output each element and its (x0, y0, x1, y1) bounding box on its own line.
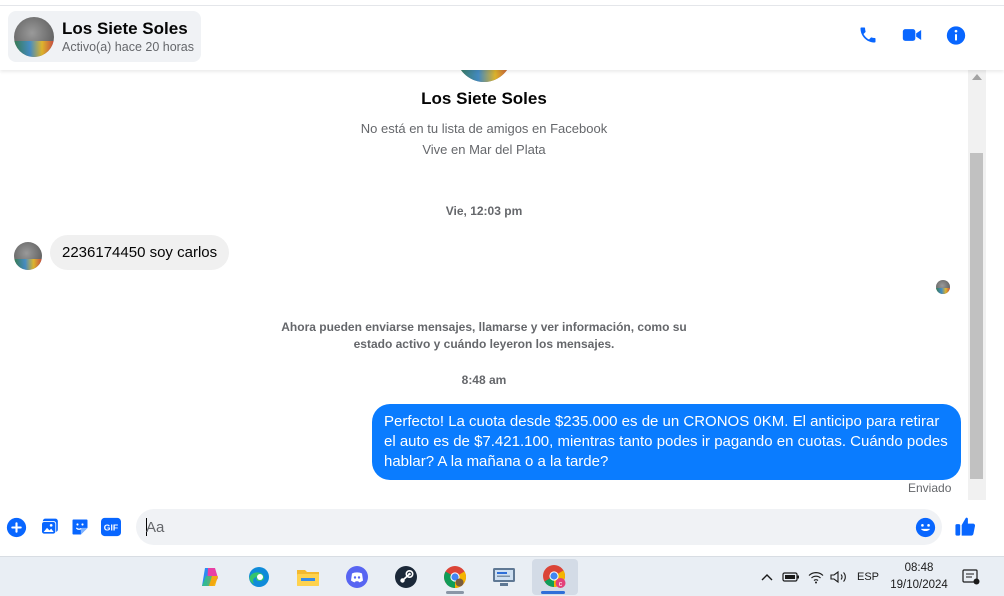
tray-battery[interactable] (781, 557, 801, 596)
outgoing-message-bubble[interactable]: Perfecto! La cuota desde $235.000 es de … (372, 404, 961, 480)
phone-icon (860, 27, 876, 43)
contact-status: Activo(a) hace 20 horas (62, 39, 195, 54)
gif-label: GIF (104, 523, 118, 533)
messaging-info-note: Ahora pueden enviarse mensajes, llamarse… (281, 320, 687, 351)
volume-icon (830, 570, 846, 584)
tray-wifi[interactable] (806, 557, 826, 596)
photo-gallery-icon (40, 518, 58, 535)
tray-volume[interactable] (828, 557, 850, 596)
timestamp-separator: 8:48 am (461, 373, 507, 387)
steam-icon (395, 566, 417, 588)
smiley-icon (915, 517, 935, 537)
sender-avatar (14, 242, 42, 270)
conversation-info-button[interactable] (946, 24, 966, 46)
clock-date: 19/10/2024 (890, 579, 948, 591)
message-input[interactable] (146, 509, 906, 545)
taskbar-file-explorer[interactable] (287, 559, 329, 595)
taskbar-chrome-profile[interactable]: c (532, 559, 578, 595)
contact-name: Los Siete Soles (62, 18, 188, 38)
taskbar-steam[interactable] (385, 559, 427, 595)
taskbar-edge[interactable] (238, 559, 280, 595)
discord-icon (346, 566, 368, 588)
thread-scrollbar[interactable] (968, 70, 986, 555)
sticker-button[interactable] (69, 516, 91, 538)
contact-info-button[interactable]: Los Siete Soles Activo(a) hace 20 horas (8, 11, 201, 62)
svg-text:c: c (559, 581, 563, 588)
profile-avatar (456, 70, 512, 82)
notification-center-button[interactable] (958, 557, 984, 596)
contact-avatar (14, 16, 54, 57)
chrome-profile-icon: c (543, 565, 566, 588)
voice-call-button[interactable] (858, 24, 878, 46)
taskbar-remote-desktop[interactable] (483, 559, 525, 595)
edge-icon (249, 567, 269, 587)
battery-icon (782, 572, 799, 582)
show-hidden-icons-button[interactable] (757, 557, 777, 596)
taskbar-clock[interactable]: 08:48 19/10/2024 (882, 560, 956, 594)
sticker-icon (72, 519, 88, 535)
emoji-button[interactable] (914, 516, 936, 538)
sent-status: Enviado (908, 481, 952, 495)
profile-location: Vive en Mar del Plata (422, 142, 546, 157)
more-actions-button[interactable] (5, 516, 27, 538)
info-icon (946, 25, 966, 45)
copilot-icon (202, 568, 218, 586)
video-call-button[interactable] (902, 24, 922, 46)
gif-icon: GIF (101, 517, 121, 537)
message-composer: GIF (0, 500, 1004, 555)
remote-desktop-icon (493, 568, 515, 586)
profile-name: Los Siete Soles (421, 89, 547, 108)
scroll-thumb[interactable] (970, 153, 983, 479)
taskbar-discord[interactable] (336, 559, 378, 595)
notification-icon (962, 569, 980, 585)
video-camera-icon (902, 29, 922, 41)
gif-button[interactable]: GIF (100, 516, 122, 538)
friend-status-note: No está en tu lista de amigos en Faceboo… (360, 121, 608, 136)
taskbar-copilot[interactable] (189, 559, 231, 595)
tray-language[interactable]: ESP (853, 557, 883, 596)
like-button[interactable] (953, 514, 977, 538)
chrome-icon (444, 566, 466, 588)
scroll-up-arrow-icon[interactable] (972, 74, 982, 80)
file-explorer-icon (297, 570, 319, 586)
chevron-up-icon (761, 574, 773, 581)
language-indicator: ESP (856, 571, 879, 583)
taskbar-chrome[interactable] (434, 559, 476, 595)
clock-time: 08:48 (904, 562, 934, 574)
message-thread: Los Siete Soles No está en tu lista de a… (0, 70, 968, 500)
attach-photo-button[interactable] (38, 516, 60, 538)
plus-circle-icon (6, 517, 26, 537)
thumbs-up-icon (954, 517, 975, 536)
windows-taskbar: c ESP 08:48 19/10/2024 (0, 556, 1004, 596)
read-receipt-avatar (936, 280, 950, 294)
message-input-container[interactable] (136, 509, 942, 545)
incoming-message-bubble[interactable]: 2236174450 soy carlos (50, 235, 230, 270)
timestamp-separator: Vie, 12:03 pm (445, 204, 523, 218)
wifi-icon (808, 572, 824, 584)
incoming-message-row: 2236174450 soy carlos (14, 235, 230, 270)
conversation-header: Los Siete Soles Activo(a) hace 20 horas (0, 6, 1004, 70)
